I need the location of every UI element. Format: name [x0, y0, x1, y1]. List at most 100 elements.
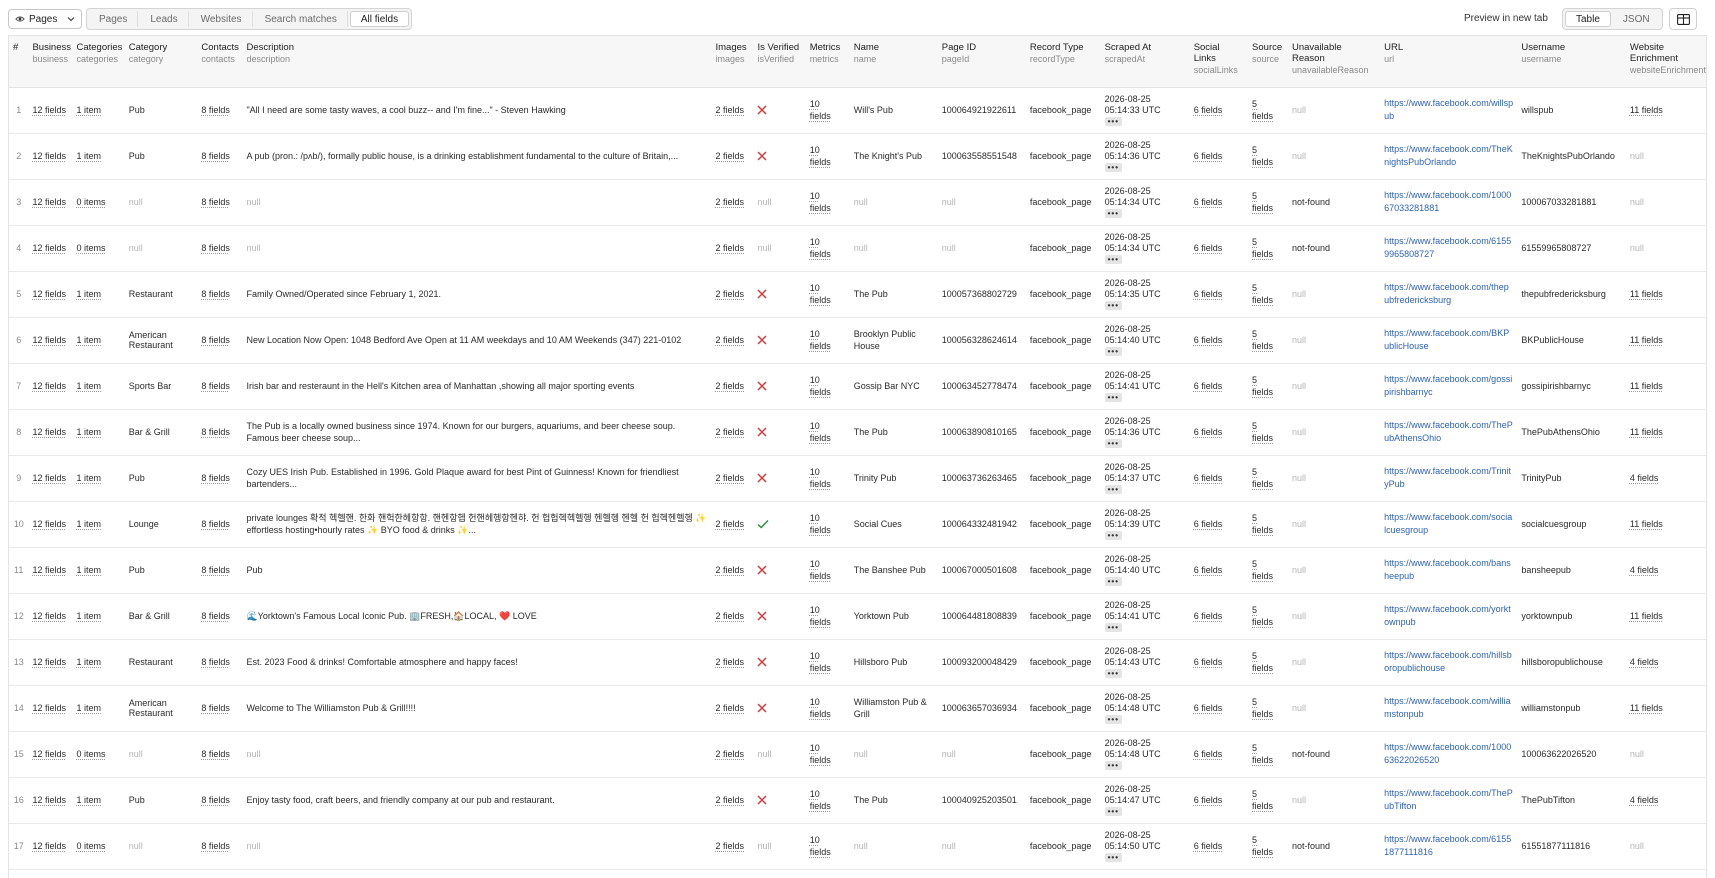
column-header[interactable]: Business business — [28, 36, 73, 88]
more-button[interactable]: ••• — [1104, 438, 1122, 448]
contacts-cell-link[interactable]: 8 fields — [201, 565, 230, 575]
images-cell-link[interactable]: 2 fields — [715, 703, 744, 713]
metrics-link[interactable]: 10 fields — [810, 98, 846, 122]
source-link[interactable]: 5 fields — [1252, 742, 1284, 766]
metrics-link[interactable]: 10 fields — [810, 742, 846, 766]
social-links-cell-link[interactable]: 6 fields — [1194, 105, 1223, 115]
source-link[interactable]: 5 fields — [1252, 558, 1284, 582]
images-cell-link[interactable]: 2 fields — [715, 427, 744, 437]
table-row[interactable]: 12 12 fields 1 item Bar & Grill 8 fields 🌊Yor… — [9, 593, 1706, 639]
social-links-cell-link[interactable]: 6 fields — [1194, 197, 1223, 207]
categories-cell-link[interactable]: 1 item — [76, 611, 101, 621]
social-links-cell-link[interactable]: 6 fields — [1194, 427, 1223, 437]
contacts-cell-link[interactable]: 8 fields — [201, 151, 230, 161]
column-header[interactable]: Social Links socialLinks — [1189, 36, 1249, 88]
column-header[interactable]: Page ID pageId — [937, 36, 1026, 88]
social-links-cell-link[interactable]: 6 fields — [1194, 335, 1223, 345]
social-links-cell-link[interactable]: 6 fields — [1194, 519, 1223, 529]
url-link[interactable]: https://www.facebook.com/ThePubTifton — [1384, 787, 1513, 813]
column-header[interactable]: Record Type recordType — [1025, 36, 1101, 88]
metrics-link[interactable]: 10 fields — [810, 374, 846, 398]
more-button[interactable]: ••• — [1104, 668, 1122, 678]
business-cell-link[interactable]: 12 fields — [32, 427, 66, 437]
column-header[interactable]: Categories categories — [72, 36, 125, 88]
business-cell-link[interactable]: 12 fields — [32, 703, 66, 713]
website-enrichment-cell-link[interactable]: 11 fields — [1630, 703, 1663, 713]
source-link[interactable]: 5 fields — [1252, 236, 1284, 260]
metrics-link[interactable]: 10 fields — [810, 834, 846, 858]
source-link[interactable]: 5 fields — [1252, 466, 1284, 490]
preview-in-new-tab-link[interactable]: Preview in new tab — [1464, 13, 1548, 24]
images-cell-link[interactable]: 2 fields — [715, 841, 744, 851]
more-button[interactable]: ••• — [1104, 806, 1122, 816]
website-enrichment-cell-link[interactable]: 11 fields — [1630, 611, 1663, 621]
images-cell-link[interactable]: 2 fields — [715, 335, 744, 345]
source-link[interactable]: 5 fields — [1252, 512, 1284, 536]
images-cell-link[interactable]: 2 fields — [715, 519, 744, 529]
metrics-link[interactable]: 10 fields — [810, 282, 846, 306]
contacts-cell-link[interactable]: 8 fields — [201, 749, 230, 759]
more-button[interactable]: ••• — [1104, 484, 1122, 494]
tab-leads[interactable]: Leads — [140, 11, 189, 27]
contacts-cell-link[interactable]: 8 fields — [201, 703, 230, 713]
metrics-link[interactable]: 10 fields — [810, 650, 846, 674]
images-cell-link[interactable]: 2 fields — [715, 795, 744, 805]
business-cell-link[interactable]: 12 fields — [32, 335, 66, 345]
source-link[interactable]: 5 fields — [1252, 788, 1284, 812]
categories-cell-link[interactable]: 0 items — [76, 841, 105, 851]
categories-cell-link[interactable]: 1 item — [76, 519, 101, 529]
website-enrichment-cell-link[interactable]: 4 fields — [1630, 657, 1659, 667]
business-cell-link[interactable]: 12 fields — [32, 151, 66, 161]
view-table-button[interactable]: Table — [1565, 11, 1611, 27]
url-link[interactable]: https://www.facebook.com/williamstonpub — [1384, 695, 1513, 721]
column-header[interactable]: Unavailable Reason unavailableReason — [1287, 36, 1381, 88]
column-header[interactable]: Username username — [1517, 36, 1626, 88]
social-links-cell-link[interactable]: 6 fields — [1194, 657, 1223, 667]
more-button[interactable]: ••• — [1104, 254, 1122, 264]
tab-all-fields[interactable]: All fields — [349, 11, 410, 27]
business-cell-link[interactable]: 12 fields — [32, 749, 66, 759]
metrics-link[interactable]: 10 fields — [810, 604, 846, 628]
source-link[interactable]: 5 fields — [1252, 98, 1284, 122]
metrics-link[interactable]: 10 fields — [810, 788, 846, 812]
business-cell-link[interactable]: 12 fields — [32, 381, 66, 391]
social-links-cell-link[interactable]: 6 fields — [1194, 565, 1223, 575]
column-header[interactable]: Scraped At scrapedAt — [1100, 36, 1190, 88]
table-row[interactable]: 5 12 fields 1 item Restaurant 8 fields Family… — [9, 271, 1706, 317]
column-header[interactable]: Images images — [711, 36, 754, 88]
categories-cell-link[interactable]: 1 item — [76, 703, 101, 713]
more-button[interactable]: ••• — [1104, 346, 1122, 356]
categories-cell-link[interactable]: 1 item — [76, 289, 101, 299]
contacts-cell-link[interactable]: 8 fields — [201, 289, 230, 299]
url-link[interactable]: https://www.facebook.com/61559965808727 — [1384, 235, 1513, 261]
contacts-cell-link[interactable]: 8 fields — [201, 335, 230, 345]
column-header[interactable]: URL url — [1380, 36, 1518, 88]
table-row[interactable]: 2 12 fields 1 item Pub 8 fields A pub (pron.:… — [9, 133, 1706, 179]
contacts-cell-link[interactable]: 8 fields — [201, 519, 230, 529]
more-button[interactable]: ••• — [1104, 530, 1122, 540]
table-row[interactable]: 15 12 fields 0 items null 8 fields null 2 fiel… — [9, 731, 1706, 777]
view-json-button[interactable]: JSON — [1613, 11, 1660, 27]
images-cell-link[interactable]: 2 fields — [715, 197, 744, 207]
table-row[interactable]: 4 12 fields 0 items null 8 fields null 2 field… — [9, 225, 1706, 271]
table-row[interactable]: 9 12 fields 1 item Pub 8 fields Cozy UES Iris… — [9, 455, 1706, 501]
business-cell-link[interactable]: 12 fields — [32, 197, 66, 207]
table-row[interactable]: 10 12 fields 1 item Lounge 8 fields private l… — [9, 501, 1706, 547]
url-link[interactable]: https://www.facebook.com/bansheepub — [1384, 557, 1513, 583]
url-link[interactable]: https://www.facebook.com/100063622026520 — [1384, 741, 1513, 767]
images-cell-link[interactable]: 2 fields — [715, 473, 744, 483]
url-link[interactable]: https://www.facebook.com/BKPublicHouse — [1384, 327, 1513, 353]
tab-pages[interactable]: Pages — [89, 11, 139, 27]
business-cell-link[interactable]: 12 fields — [32, 243, 66, 253]
social-links-cell-link[interactable]: 6 fields — [1194, 289, 1223, 299]
categories-cell-link[interactable]: 1 item — [76, 427, 101, 437]
images-cell-link[interactable]: 2 fields — [715, 289, 744, 299]
business-cell-link[interactable]: 12 fields — [32, 565, 66, 575]
column-header[interactable]: # — [9, 36, 29, 88]
tab-search-matches[interactable]: Search matches — [255, 11, 348, 27]
url-link[interactable]: https://www.facebook.com/thepubfrederick… — [1384, 281, 1513, 307]
metrics-link[interactable]: 10 fields — [810, 328, 846, 352]
website-enrichment-cell-link[interactable]: 11 fields — [1630, 519, 1663, 529]
url-link[interactable]: https://www.facebook.com/TrinityPub — [1384, 465, 1513, 491]
metrics-link[interactable]: 10 fields — [810, 420, 846, 444]
